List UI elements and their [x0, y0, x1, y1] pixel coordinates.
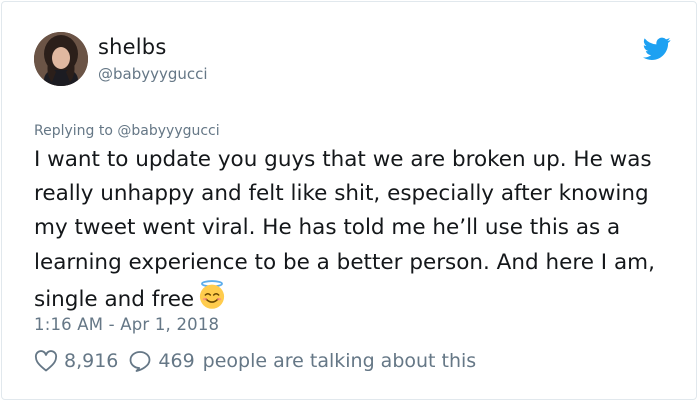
reply-bubble-icon[interactable] [128, 350, 152, 372]
replying-to-label: Replying to [34, 123, 113, 139]
tweet-actions: 8,916 469 people are talking about this [34, 347, 476, 375]
display-name[interactable]: shelbs [98, 35, 166, 59]
talking-about-label[interactable]: people are talking about this [203, 350, 477, 372]
tweet-text-block: I want to update you guys that we are br… [34, 143, 674, 317]
avatar[interactable] [34, 32, 88, 86]
heart-icon[interactable] [34, 350, 58, 372]
tweet-text: I want to update you guys that we are br… [34, 147, 655, 312]
tweet-timestamp[interactable]: 1:16 AM - Apr 1, 2018 [34, 315, 219, 334]
user-handle[interactable]: @babyyygucci [98, 65, 208, 83]
replying-to-handle[interactable]: @babyyygucci [117, 123, 219, 139]
reply-count[interactable]: 469 [158, 350, 194, 372]
avatar-photo [34, 32, 88, 86]
tweet-card: shelbs @babyyygucci Replying to @babyyyg… [1, 1, 697, 400]
smiling-face-with-halo-icon [200, 279, 225, 309]
like-count[interactable]: 8,916 [64, 350, 118, 372]
twitter-bird-icon[interactable] [643, 37, 671, 61]
replying-to-line: Replying to @babyyygucci [34, 123, 220, 139]
